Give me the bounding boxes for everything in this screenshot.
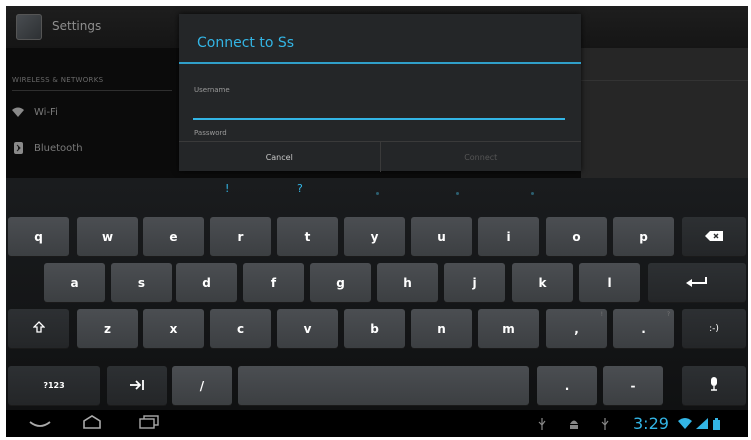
key-x[interactable]: x (143, 309, 204, 348)
username-underline (193, 118, 565, 120)
key-t[interactable]: t (277, 217, 338, 256)
key-z[interactable]: z (77, 309, 138, 348)
suggestion-exclamation[interactable]: ! (225, 182, 229, 195)
key-a[interactable]: a (44, 263, 105, 302)
key-i[interactable]: i (478, 217, 539, 256)
key-d[interactable]: d (176, 263, 237, 302)
cancel-button[interactable]: Cancel (179, 142, 380, 172)
period-key[interactable]: . (537, 366, 597, 405)
key-m[interactable]: m (478, 309, 539, 348)
dialog-title: Connect to Ss (197, 35, 295, 51)
key-y[interactable]: y (344, 217, 405, 256)
usb-icon (601, 410, 609, 437)
slash-key[interactable]: / (172, 366, 232, 405)
battery-icon (713, 410, 720, 437)
bluetooth-icon (12, 142, 24, 154)
tablet-screen: Settings WIRELESS & NETWORKS Wi-Fi Bluet… (6, 6, 748, 437)
key-label: . (641, 321, 646, 336)
key-e[interactable]: e (143, 217, 204, 256)
usb-icon (538, 410, 546, 437)
backspace-key[interactable] (682, 217, 746, 256)
key-o[interactable]: o (546, 217, 607, 256)
key-q[interactable]: q (8, 217, 69, 256)
connect-button[interactable]: Connect (381, 142, 582, 172)
username-input[interactable] (193, 98, 565, 118)
dash-key[interactable]: - (603, 366, 663, 405)
key-comma[interactable]: , ! (546, 309, 607, 348)
backspace-icon (705, 230, 723, 244)
key-p[interactable]: p (613, 217, 674, 256)
microphone-key[interactable] (682, 366, 746, 405)
suggestion-question[interactable]: ? (297, 182, 303, 195)
sidebar-item-label: Bluetooth (34, 142, 83, 154)
wifi-signal-icon (678, 410, 692, 437)
key-s[interactable]: s (111, 263, 172, 302)
key-n[interactable]: n (411, 309, 472, 348)
tab-icon (130, 379, 144, 393)
key-k[interactable]: k (512, 263, 573, 302)
settings-app-icon[interactable] (16, 14, 42, 40)
key-j[interactable]: j (444, 263, 505, 302)
back-nav-button[interactable] (20, 410, 60, 437)
key-hint: ? (666, 311, 670, 318)
sidebar-item-wifi[interactable]: Wi-Fi (12, 106, 58, 118)
tab-key[interactable] (107, 366, 167, 405)
status-clock: 3:29 (633, 414, 669, 433)
section-header-wireless: WIRELESS & NETWORKS (12, 76, 104, 84)
shift-key[interactable] (8, 309, 69, 348)
key-w[interactable]: w (77, 217, 138, 256)
key-hint: ! (600, 311, 603, 318)
enter-key[interactable] (648, 263, 746, 302)
symbols-key[interactable]: ?123 (8, 366, 100, 405)
suggestion-dot (456, 192, 459, 195)
suggestion-strip (6, 178, 748, 202)
detail-divider (581, 80, 748, 81)
recent-apps-icon (139, 414, 159, 433)
password-label: Password (194, 129, 227, 137)
recent-apps-button[interactable] (129, 410, 169, 437)
sidebar-item-label: Wi-Fi (34, 106, 58, 118)
home-nav-button[interactable] (72, 410, 112, 437)
home-icon (82, 414, 102, 433)
key-h[interactable]: h (377, 263, 438, 302)
key-c[interactable]: c (210, 309, 271, 348)
dialog-title-divider (179, 62, 581, 64)
key-b[interactable]: b (344, 309, 405, 348)
username-label: Username (194, 86, 230, 94)
key-f[interactable]: f (243, 263, 304, 302)
back-hide-keyboard-icon (28, 414, 52, 433)
enter-icon (686, 276, 708, 290)
space-bar[interactable] (238, 366, 529, 405)
dialog-button-row: Cancel Connect (179, 141, 581, 172)
smiley-key[interactable]: :-) (682, 309, 746, 348)
key-v[interactable]: v (277, 309, 338, 348)
android-debug-icon (568, 410, 580, 437)
key-r[interactable]: r (210, 217, 271, 256)
shift-icon (31, 321, 46, 336)
key-u[interactable]: u (411, 217, 472, 256)
key-label: , (574, 321, 579, 336)
wifi-icon (12, 106, 24, 118)
cell-signal-icon (696, 410, 708, 437)
connect-dialog: Connect to Ss Username Password Cancel C… (179, 14, 581, 172)
suggestion-dot (376, 192, 379, 195)
settings-title: Settings (52, 19, 102, 33)
microphone-icon (710, 377, 718, 394)
suggestion-dot (531, 192, 534, 195)
section-divider (12, 90, 172, 91)
key-g[interactable]: g (310, 263, 371, 302)
key-l[interactable]: l (579, 263, 640, 302)
key-period[interactable]: . ? (613, 309, 674, 348)
settings-detail-pane (581, 48, 748, 178)
sidebar-item-bluetooth[interactable]: Bluetooth (12, 142, 83, 154)
